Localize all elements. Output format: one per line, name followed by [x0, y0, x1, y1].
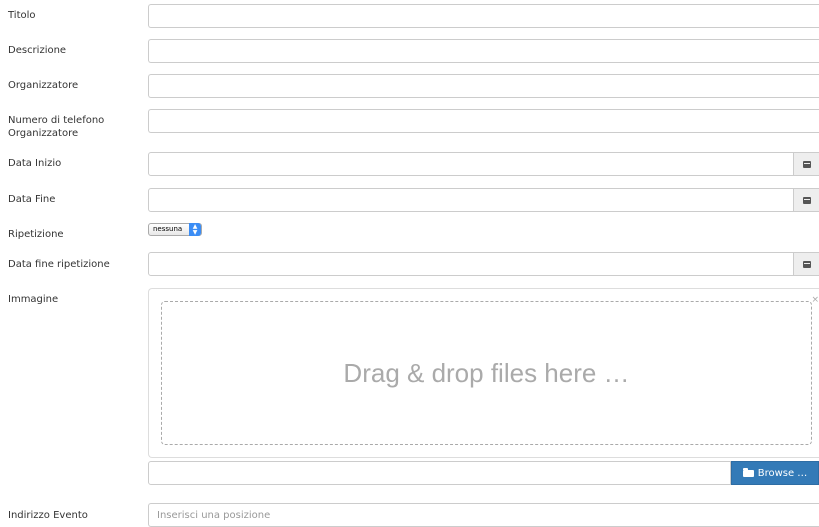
label-telefono-line1: Numero di telefono [8, 115, 105, 126]
data-inizio-input[interactable] [148, 152, 794, 176]
ripetizione-select[interactable]: nessuna ▲ ▼ [148, 223, 202, 236]
updown-arrows-icon: ▲ ▼ [189, 223, 201, 236]
indirizzo-input[interactable]: Inserisci una posizione [148, 503, 819, 527]
label-titolo: Titolo [8, 10, 36, 21]
calendar-icon [802, 196, 811, 204]
label-data-fine-ripetizione: Data fine ripetizione [8, 259, 110, 270]
label-organizzatore: Organizzatore [8, 80, 79, 91]
browse-button[interactable]: Browse … [731, 461, 819, 485]
label-data-fine: Data Fine [8, 194, 56, 205]
telefono-input[interactable] [148, 109, 819, 133]
file-upload-box: × Drag & drop files here … [148, 288, 819, 458]
label-data-inizio: Data Inizio [8, 158, 62, 169]
ripetizione-selected-value: nessuna [153, 225, 183, 233]
label-telefono-line2: Organizzatore [8, 128, 79, 139]
folder-open-icon [742, 467, 754, 477]
label-ripetizione: Ripetizione [8, 229, 64, 240]
data-fine-ripetizione-calendar-button[interactable] [793, 252, 819, 276]
label-descrizione: Descrizione [8, 45, 67, 56]
calendar-icon [802, 160, 811, 168]
titolo-input[interactable] [148, 4, 819, 28]
data-fine-ripetizione-input[interactable] [148, 252, 794, 276]
organizzatore-input[interactable] [148, 74, 819, 98]
label-telefono: Numero di telefono Organizzatore [8, 114, 104, 140]
browse-label: Browse … [757, 467, 808, 479]
descrizione-input[interactable] [148, 39, 819, 63]
label-immagine: Immagine [8, 294, 59, 305]
calendar-icon [802, 260, 811, 268]
dropzone[interactable]: Drag & drop files here … [161, 301, 812, 445]
data-fine-calendar-button[interactable] [793, 188, 819, 212]
label-indirizzo: Indirizzo Evento [8, 510, 88, 521]
data-fine-input[interactable] [148, 188, 794, 212]
file-caption-input[interactable] [148, 461, 731, 485]
close-icon[interactable]: × [811, 295, 819, 305]
dropzone-text: Drag & drop files here … [343, 357, 630, 388]
data-inizio-calendar-button[interactable] [793, 152, 819, 176]
